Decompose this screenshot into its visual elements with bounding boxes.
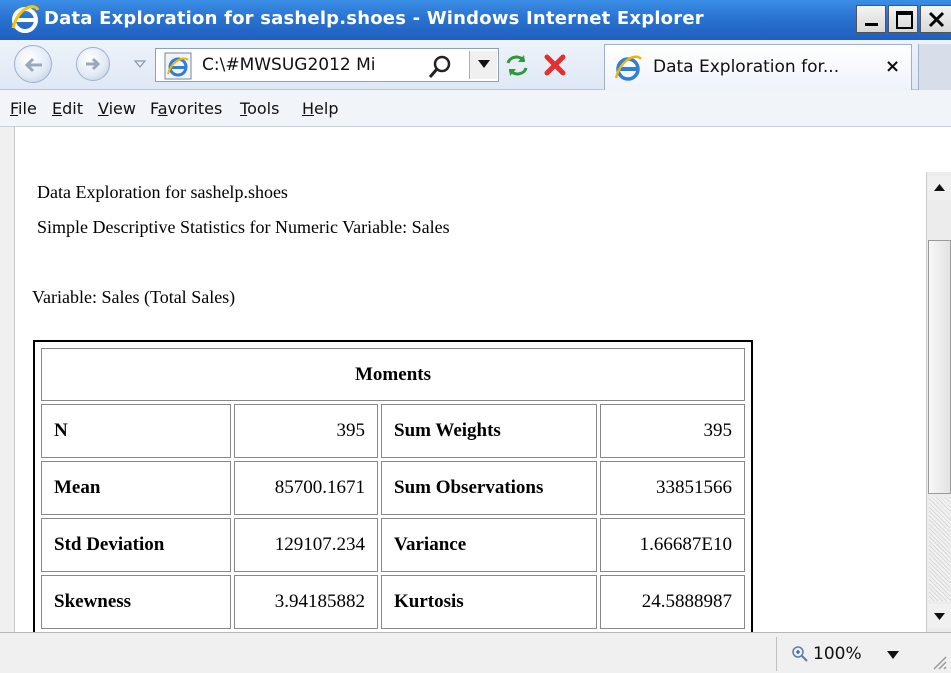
menu-file-accel: F <box>10 99 19 118</box>
variable-label: Variable: Sales (Total Sales) <box>32 287 236 307</box>
menu-favorites[interactable]: Favorites <box>150 99 222 118</box>
menu-help-rest: elp <box>314 99 339 118</box>
menu-file-rest: ile <box>18 99 37 118</box>
menu-bar: File Edit View Favorites Tools Help <box>0 90 951 127</box>
stat-label: Sum Observations <box>381 461 597 515</box>
stat-label: Skewness <box>41 575 231 629</box>
stat-value: 395 <box>600 404 745 458</box>
forward-button[interactable] <box>76 47 110 81</box>
ie-logo-icon <box>11 5 40 33</box>
menu-edit-accel: E <box>52 99 63 118</box>
history-dropdown-icon[interactable] <box>134 60 146 68</box>
report-subtitle: Simple Descriptive Statistics for Numeri… <box>37 217 450 237</box>
scroll-thumb[interactable] <box>928 240 951 494</box>
scroll-up-arrow-icon <box>934 184 945 191</box>
page-content: Data Exploration for sashelp.shoes Simpl… <box>15 172 926 632</box>
menu-tools[interactable]: Tools <box>240 99 279 118</box>
scroll-down-button[interactable] <box>928 604 951 628</box>
resize-grip-icon[interactable] <box>928 651 948 671</box>
table-row: Mean 85700.1671 Sum Observations 3385156… <box>41 461 745 515</box>
address-dropdown-button[interactable] <box>469 51 497 79</box>
stat-label: Kurtosis <box>381 575 597 629</box>
navigation-bar: C:\#MWSUG2012 Mi Data Exploration for...… <box>0 40 951 90</box>
stat-value: 3.94185882 <box>234 575 378 629</box>
menu-edit[interactable]: Edit <box>52 99 83 118</box>
forward-arrow-icon <box>86 57 101 71</box>
moments-table: Moments N 395 Sum Weights 395 Mean 85700… <box>33 340 753 632</box>
stat-label: N <box>41 404 231 458</box>
moments-header: Moments <box>41 348 745 401</box>
menu-tools-accel: T <box>240 99 248 118</box>
stat-label: Variance <box>381 518 597 572</box>
zoom-control[interactable]: 100% <box>776 637 916 671</box>
refresh-icon[interactable] <box>502 50 532 80</box>
stat-value: 129107.234 <box>234 518 378 572</box>
close-window-button[interactable] <box>920 5 951 33</box>
zoom-icon <box>792 646 808 662</box>
scroll-up-button[interactable] <box>928 176 951 200</box>
back-arrow-icon <box>24 57 42 73</box>
stat-value: 85700.1671 <box>234 461 378 515</box>
ie-logo-icon <box>614 55 642 81</box>
menu-view-rest: iew <box>108 99 136 118</box>
stat-value: 1.66687E10 <box>600 518 745 572</box>
stat-label: Std Deviation <box>41 518 231 572</box>
tab-current[interactable]: Data Exploration for... × <box>604 44 912 90</box>
menu-favorites-pre: F <box>150 99 158 118</box>
minimize-button[interactable] <box>856 5 886 33</box>
report-title: Data Exploration for sashelp.shoes <box>37 182 288 202</box>
stat-label: Mean <box>41 461 231 515</box>
menu-tools-rest: ools <box>247 99 280 118</box>
status-bar: 100% <box>0 632 951 673</box>
menu-edit-rest: dit <box>62 99 83 118</box>
chevron-down-icon <box>478 60 490 68</box>
menu-view[interactable]: View <box>98 99 136 118</box>
zoom-level: 100% <box>813 644 862 664</box>
address-text[interactable]: C:\#MWSUG2012 Mi <box>202 55 412 75</box>
stat-value: 24.5888987 <box>600 575 745 629</box>
menu-file[interactable]: File <box>10 99 37 118</box>
back-button[interactable] <box>14 45 52 83</box>
chevron-down-icon[interactable] <box>887 651 899 659</box>
window-title: Data Exploration for sashelp.shoes - Win… <box>44 8 704 29</box>
tab-title: Data Exploration for... <box>653 57 840 77</box>
new-tab-button[interactable] <box>918 44 951 90</box>
close-icon <box>928 11 945 28</box>
menu-help[interactable]: Help <box>302 99 338 118</box>
table-row: N 395 Sum Weights 395 <box>41 404 745 458</box>
stop-icon[interactable] <box>540 50 570 80</box>
stat-value: 33851566 <box>600 461 745 515</box>
table-row: Std Deviation 129107.234 Variance 1.6668… <box>41 518 745 572</box>
window-left-border <box>0 127 15 633</box>
table-row: Skewness 3.94185882 Kurtosis 24.5888987 <box>41 575 745 629</box>
menu-view-accel: V <box>98 99 109 118</box>
tab-close-button[interactable]: × <box>885 56 900 77</box>
scroll-down-arrow-icon <box>934 613 945 620</box>
ie-page-icon <box>164 52 192 80</box>
menu-help-accel: H <box>302 99 315 118</box>
maximize-button[interactable] <box>888 5 918 33</box>
address-bar[interactable]: C:\#MWSUG2012 Mi <box>155 48 499 82</box>
vertical-scrollbar[interactable] <box>926 172 951 632</box>
stat-value: 395 <box>234 404 378 458</box>
window-titlebar: Data Exploration for sashelp.shoes - Win… <box>0 0 951 40</box>
search-icon[interactable] <box>426 54 454 80</box>
menu-favorites-rest: vorites <box>167 99 223 118</box>
scroll-track[interactable] <box>929 497 950 601</box>
stat-label: Sum Weights <box>381 404 597 458</box>
menu-favorites-accel: a <box>157 99 168 118</box>
